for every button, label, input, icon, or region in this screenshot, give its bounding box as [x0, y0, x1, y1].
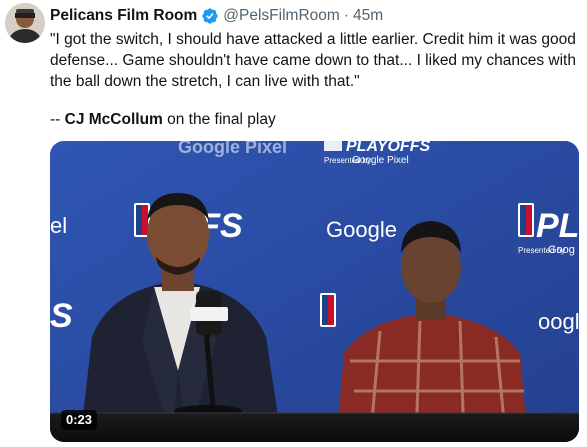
backdrop-google-pixel-top: Google Pixel: [178, 141, 287, 157]
attribution-suffix: on the final play: [162, 111, 276, 128]
video-player[interactable]: Google Pixel PLAYOFFS Presented by Googl…: [50, 141, 579, 442]
backdrop-goog-right: Goog: [548, 244, 575, 256]
backdrop-playoffs-top: PLAYOFFS: [346, 141, 430, 155]
timestamp[interactable]: 45m: [353, 7, 383, 25]
verified-badge-icon: [202, 8, 218, 24]
tweet-header: Pelicans Film Room @PelsFilmRoom · 45m: [50, 5, 383, 27]
backdrop-s-left: S: [50, 297, 73, 335]
backdrop-oogle-right: oogle: [538, 309, 579, 334]
tweet-quote: "I got the switch, I should have attacke…: [50, 31, 576, 90]
tweet-text: "I got the switch, I should have attacke…: [50, 29, 580, 92]
attribution-name: CJ McCollum: [64, 111, 163, 128]
backdrop-el-left: el: [50, 213, 67, 238]
backdrop-google-pixel-label: Google Pixel: [352, 155, 409, 166]
author-handle[interactable]: @PelsFilmRoom: [223, 7, 340, 25]
author-name[interactable]: Pelicans Film Room: [50, 7, 197, 25]
avatar[interactable]: [5, 3, 45, 43]
backdrop-google-center: Google: [326, 217, 397, 242]
nba-logo-top: [324, 141, 342, 151]
attribution-prefix: --: [50, 111, 65, 128]
backdrop-playoffs-right: PLA: [536, 207, 579, 245]
avatar-image: [5, 3, 45, 43]
tweet-attribution: -- CJ McCollum on the final play: [50, 109, 276, 130]
separator-dot: ·: [343, 7, 349, 24]
video-duration-badge: 0:23: [61, 410, 98, 430]
table: [50, 413, 579, 442]
video-frame: Google Pixel PLAYOFFS Presented by Googl…: [50, 141, 579, 442]
